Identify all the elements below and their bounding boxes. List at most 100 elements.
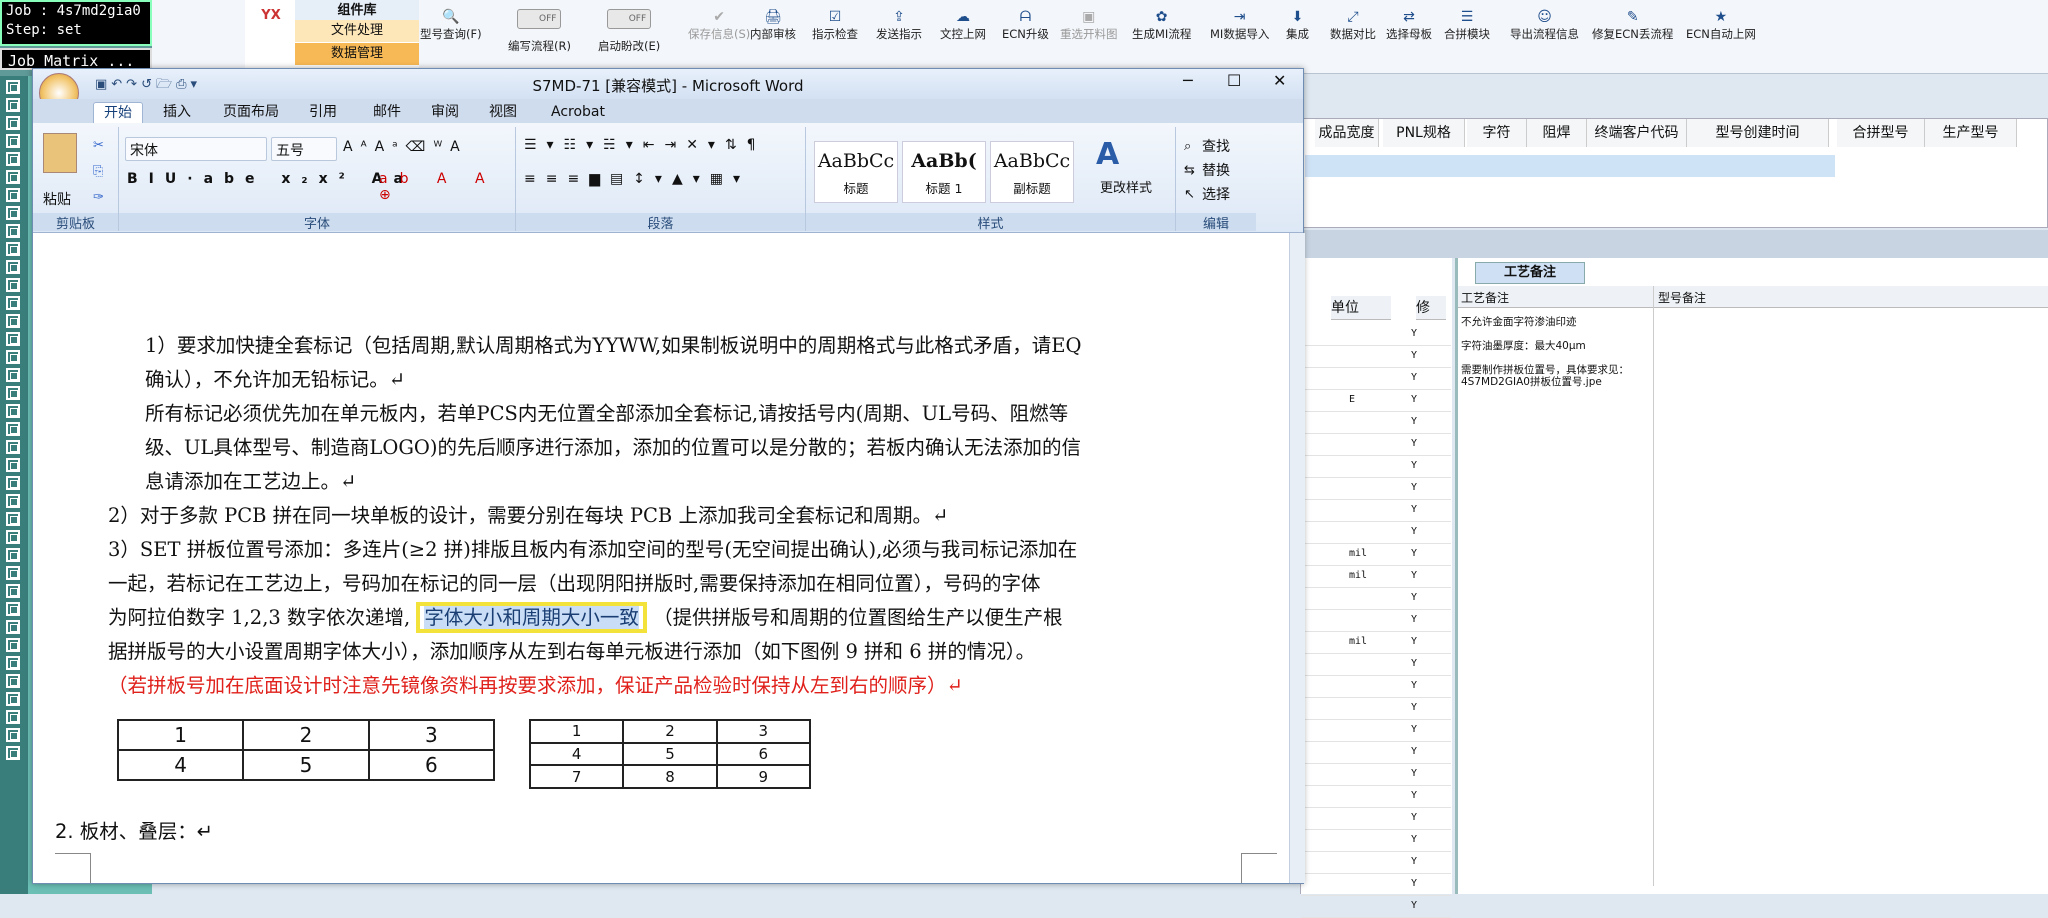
table-row[interactable]: Y	[1301, 610, 1451, 632]
toolbar-button[interactable]: ✎ 修复ECN丢流程	[1592, 8, 1673, 42]
tool-icon[interactable]	[6, 692, 20, 706]
toolbar-button[interactable]: ✿ 生成MI流程	[1132, 8, 1191, 42]
tool-icon[interactable]	[6, 656, 20, 670]
table-row[interactable]: Y	[1301, 654, 1451, 676]
select-button[interactable]: 选择	[1202, 183, 1230, 207]
toolbar-button[interactable]: ⬇ 集成	[1286, 8, 1309, 42]
tool-icon[interactable]	[6, 296, 20, 310]
tool-icon[interactable]	[6, 368, 20, 382]
grid-header[interactable]: 合拼型号	[1837, 119, 1925, 147]
tab-2[interactable]: 页面布局	[213, 102, 289, 123]
toolbar-button[interactable]: ⇄ 选择母板	[1386, 8, 1432, 42]
paste-icon[interactable]	[43, 133, 77, 173]
table-row[interactable]: Y	[1301, 500, 1451, 522]
toggle-switch[interactable]: OFF	[517, 9, 562, 29]
tool-icon[interactable]	[6, 548, 20, 562]
tool-icon[interactable]	[6, 314, 20, 328]
table-row[interactable]: Y	[1301, 874, 1451, 896]
tool-icon[interactable]	[6, 134, 20, 148]
toolbar-button[interactable]: ✔ 保存信息(S)	[688, 8, 750, 42]
tool-icon[interactable]	[6, 260, 20, 274]
table-row[interactable]: Y	[1301, 786, 1451, 808]
table-row[interactable]: Y	[1301, 676, 1451, 698]
maximize-icon[interactable]: ☐	[1227, 71, 1241, 90]
document-page[interactable]: 1）要求加快捷全套标记（包括周期,默认周期格式为YYWW,如果制板说明中的周期格…	[33, 233, 1288, 883]
tool-icon[interactable]	[6, 116, 20, 130]
tool-icon[interactable]	[6, 476, 20, 490]
change-style-button[interactable]: 更改样式	[1086, 177, 1166, 196]
table-row[interactable]: Y	[1301, 324, 1451, 346]
align-buttons[interactable]: ≡≡≡▆▤↕▾▲▾▦▾	[524, 171, 750, 187]
tool-icon[interactable]	[6, 170, 20, 184]
table-row[interactable]: Y	[1301, 852, 1451, 874]
job-matrix-button[interactable]: Job Matrix ...	[0, 48, 152, 70]
tool-icon[interactable]	[6, 494, 20, 508]
change-style-icon[interactable]: A	[1096, 137, 1119, 172]
find-button[interactable]: 查找	[1202, 135, 1230, 159]
table-row[interactable]: Y	[1301, 720, 1451, 742]
tool-icon[interactable]	[6, 458, 20, 472]
tab-6[interactable]: 视图	[479, 102, 527, 123]
grid-header[interactable]: 生产型号	[1925, 119, 2017, 147]
font-size-buttons[interactable]: AᴬAᵃ⌫ᵂA	[343, 139, 468, 155]
table-row[interactable]: Y	[1301, 522, 1451, 544]
tab-4[interactable]: 邮件	[363, 102, 411, 123]
tool-icon[interactable]	[6, 422, 20, 436]
table-row[interactable]: Y	[1301, 588, 1451, 610]
tool-icon[interactable]	[6, 98, 20, 112]
table-row[interactable]: mil Y	[1301, 632, 1451, 654]
tool-icon[interactable]	[6, 620, 20, 634]
table-row[interactable]: Y	[1301, 808, 1451, 830]
selected-row[interactable]	[1305, 155, 1835, 177]
clipboard-icons[interactable]: ✂ ⎘ ✑	[93, 133, 104, 211]
tool-icon[interactable]	[6, 206, 20, 220]
toolbar-button[interactable]: OFF 启动盼改(E)	[598, 8, 660, 54]
tool-icon[interactable]	[6, 584, 20, 598]
close-icon[interactable]: ✕	[1273, 71, 1286, 90]
table-row[interactable]: Y	[1301, 478, 1451, 500]
tool-icon[interactable]	[6, 566, 20, 580]
vertical-scrollbar[interactable]	[1289, 233, 1305, 883]
toolbar-button[interactable]: ☺ 导出流程信息	[1510, 8, 1579, 42]
minimize-icon[interactable]: ─	[1183, 71, 1193, 90]
tab-0[interactable]: 开始	[93, 102, 143, 123]
tool-icon[interactable]	[6, 746, 20, 760]
tool-icon[interactable]	[6, 278, 20, 292]
font-name-select[interactable]: 宋体	[125, 137, 267, 161]
format-buttons[interactable]: BIU·abe x₂x² Aa	[127, 171, 414, 187]
table-row[interactable]: EY	[1301, 390, 1451, 412]
table-row[interactable]: Y	[1301, 368, 1451, 390]
toolbar-button[interactable]: ⇥ MI数据导入	[1210, 8, 1269, 42]
toolbar-button[interactable]: ☁ 文控上网	[940, 8, 986, 42]
tab-5[interactable]: 审阅	[421, 102, 469, 123]
tool-icon[interactable]	[6, 638, 20, 652]
tool-icon[interactable]	[6, 728, 20, 742]
highlighted-text[interactable]: 字体大小和周期大小一致	[416, 602, 647, 633]
table-row[interactable]: Y	[1301, 742, 1451, 764]
style-gallery-item[interactable]: AaBb(标题 1	[902, 141, 986, 203]
tab-3[interactable]: 引用	[299, 102, 347, 123]
tool-icon[interactable]	[6, 80, 20, 94]
table-row[interactable]: Y	[1301, 456, 1451, 478]
table-row[interactable]: mil Y	[1301, 566, 1451, 588]
tool-icon[interactable]	[6, 242, 20, 256]
list-buttons[interactable]: ☰▾☷▾☵▾⇤⇥✕▾⇅¶	[524, 137, 766, 153]
style-gallery-item[interactable]: AaBbCc 标题	[814, 141, 898, 203]
toolbar-button[interactable]: ☑ 指示检查	[812, 8, 858, 42]
grid-header[interactable]: 字符	[1467, 119, 1527, 147]
toolbar-button[interactable]: ▣ 重选开料图	[1060, 8, 1118, 42]
toolbar-button[interactable]: ⤢ 数据对比	[1330, 8, 1376, 42]
toolbar-button[interactable]: OFF 编写流程(R)	[508, 8, 571, 54]
tool-icon[interactable]	[6, 674, 20, 688]
tool-icon[interactable]	[6, 188, 20, 202]
tool-icon[interactable]	[6, 224, 20, 238]
table-row[interactable]: Y	[1301, 830, 1451, 852]
tool-icon[interactable]	[6, 440, 20, 454]
replace-button[interactable]: 替换	[1202, 159, 1230, 183]
table-row[interactable]: Y	[1301, 698, 1451, 720]
table-row[interactable]: Y	[1301, 896, 1451, 918]
tool-icon[interactable]	[6, 332, 20, 346]
tool-icon[interactable]	[6, 512, 20, 526]
tool-icon[interactable]	[6, 530, 20, 544]
toolbar-button[interactable]: 🖨 内部审核	[750, 8, 796, 42]
